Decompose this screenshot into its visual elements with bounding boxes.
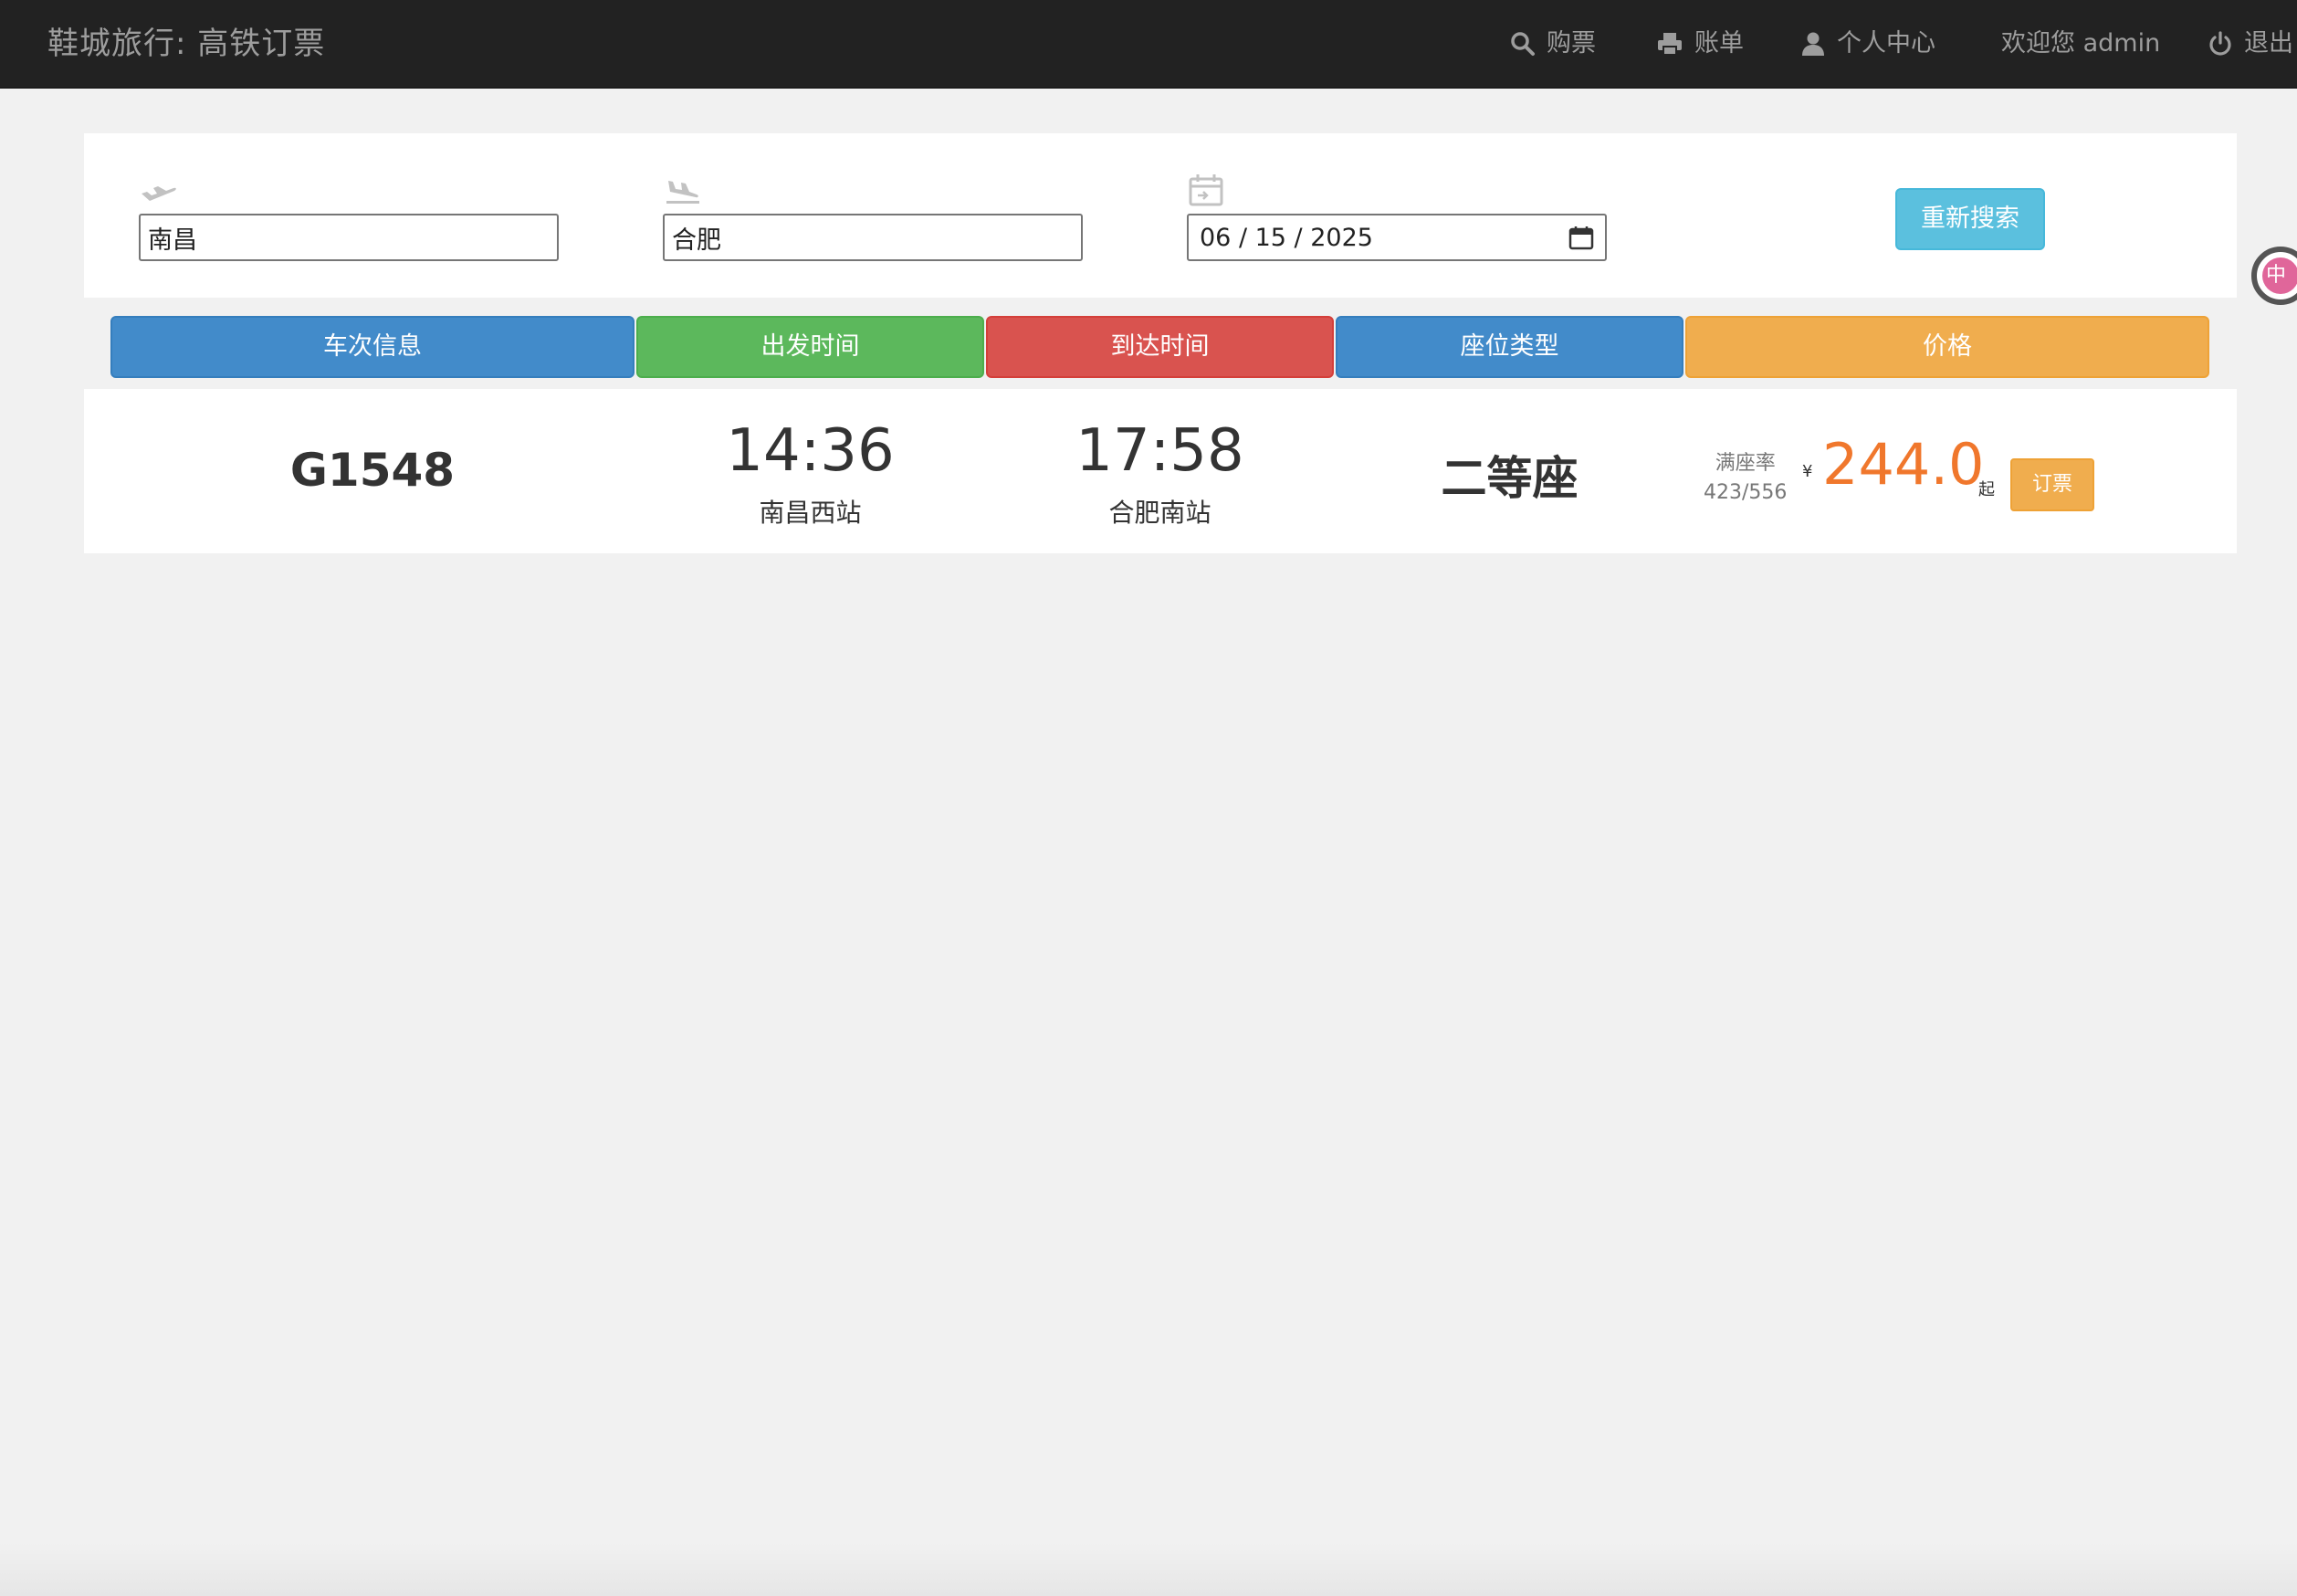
arrive-cell: 17:58 合肥南站 [986, 422, 1334, 530]
nav-buy-label: 购票 [1547, 29, 1596, 58]
plane-landing-icon [666, 181, 699, 204]
occupancy-info: 满座率 423/556 [1704, 449, 1787, 508]
depart-cell: 14:36 南昌西站 [636, 422, 984, 530]
nav-buy-tickets[interactable]: 购票 [1510, 0, 1596, 88]
from-city-input[interactable] [139, 214, 559, 261]
top-navbar: 鞋城旅行: 高铁订票 购票 账单 个人中心 欢迎您 admin 退出 [0, 0, 2297, 89]
welcome-text: 欢迎您 admin [2001, 29, 2161, 58]
from-field-group [139, 170, 559, 261]
plane-takeoff-icon [142, 186, 176, 201]
seat-type: 二等座 [1441, 452, 1579, 505]
nav-profile-label: 个人中心 [1837, 29, 1935, 58]
date-field-group: 06 / 15 / 2025 [1187, 170, 1607, 261]
floating-side-widget[interactable]: 中 [2251, 247, 2297, 305]
price-suffix: 起 [1978, 480, 1995, 499]
header-arrive-time[interactable]: 到达时间 [986, 316, 1334, 378]
train-number: G1548 [289, 444, 456, 497]
to-city-input[interactable] [663, 214, 1083, 261]
power-icon [2209, 31, 2231, 56]
nav-bill-label: 账单 [1694, 29, 1744, 58]
occupancy-label: 满座率 [1715, 452, 1776, 475]
nav-bill[interactable]: 账单 [1656, 0, 1744, 88]
research-button[interactable]: 重新搜索 [1895, 188, 2045, 250]
nav-profile[interactable]: 个人中心 [1800, 0, 1935, 88]
header-seat-type[interactable]: 座位类型 [1336, 316, 1683, 378]
search-icon [1511, 32, 1535, 56]
occupancy-value: 423/556 [1704, 481, 1788, 504]
brand-title[interactable]: 鞋城旅行: 高铁订票 [47, 0, 325, 88]
nav-logout[interactable]: 退出 [2208, 0, 2293, 88]
book-ticket-button[interactable]: 订票 [2010, 458, 2094, 511]
depart-time: 14:36 [726, 417, 895, 485]
print-icon [1658, 33, 1682, 56]
arrive-time: 17:58 [1075, 417, 1244, 485]
calendar-picker-icon[interactable] [1568, 225, 1594, 250]
side-widget-label: 中 [2262, 257, 2297, 294]
header-train-info[interactable]: 车次信息 [110, 316, 635, 378]
calendar-icon [1189, 174, 1223, 206]
table-row: G1548 14:36 南昌西站 17:58 合肥南站 二等座 满座率 423/… [84, 389, 2237, 553]
ticket-price: 244.0 [1822, 431, 1985, 498]
arrive-station: 合肥南站 [1108, 498, 1211, 528]
currency-symbol: ¥ [1802, 462, 1813, 481]
date-value: 06 / 15 / 2025 [1200, 223, 1373, 252]
to-field-group [663, 170, 1083, 261]
header-price[interactable]: 价格 [1685, 316, 2209, 378]
depart-station: 南昌西站 [759, 498, 862, 528]
date-input[interactable]: 06 / 15 / 2025 [1187, 214, 1607, 261]
header-depart-time[interactable]: 出发时间 [636, 316, 984, 378]
nav-logout-label: 退出 [2244, 29, 2293, 58]
user-icon [1802, 32, 1824, 56]
bottom-shadow [0, 1543, 2297, 1596]
search-panel: 06 / 15 / 2025 重新搜索 [84, 133, 2237, 298]
